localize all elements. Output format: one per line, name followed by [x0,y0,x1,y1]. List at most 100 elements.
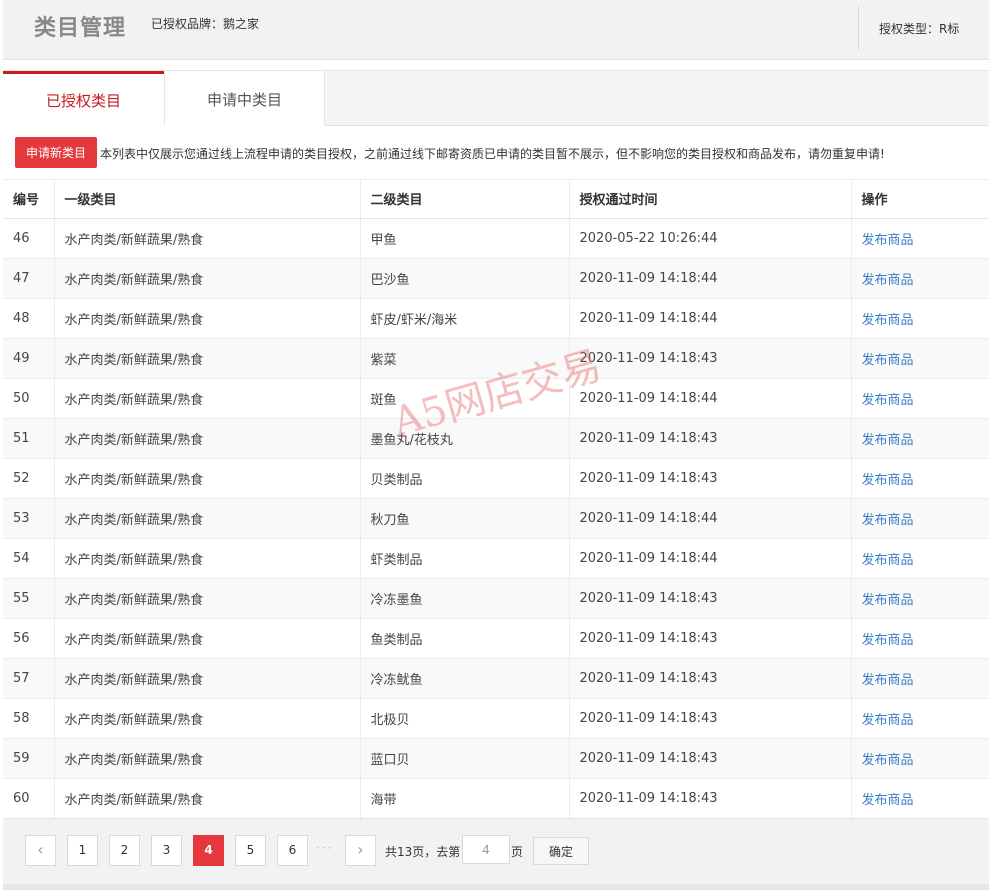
cell-level1-category: 水产肉类/新鲜蔬果/熟食 [54,698,361,739]
cell-auth-time: 2020-11-09 14:18:43 [569,458,852,499]
notice-bar: 申请新类目 本列表中仅展示您通过线上流程申请的类目授权，之前通过线下邮寄资质已申… [3,126,989,180]
cell-auth-time: 2020-11-09 14:18:44 [569,298,852,339]
tab-bar: 已授权类目 申请中类目 [3,70,989,128]
cell-level1-category: 水产肉类/新鲜蔬果/熟食 [54,578,361,619]
apply-new-category-button[interactable]: 申请新类目 [15,137,97,168]
cell-level1-category: 水产肉类/新鲜蔬果/熟食 [54,498,361,539]
page-unit-label: 页 [511,845,524,859]
table-row: 57 水产肉类/新鲜蔬果/熟食 冷冻鱿鱼 2020-11-09 14:18:43 发布商… [3,658,989,699]
cell-action: 发布商品 [851,778,989,819]
page-button-5[interactable]: 5 [235,835,266,866]
page-button-4-current[interactable]: 4 [193,835,224,866]
cell-id: 53 [3,498,55,539]
cell-auth-time: 2020-11-09 14:18:43 [569,738,852,779]
publish-product-link[interactable]: 发布商品 [862,793,914,808]
next-page-button[interactable]: › [345,835,376,866]
chevron-left-icon: ‹ [37,840,44,859]
page-header: 类目管理 已授权品牌：鹅之家 授权类型：R标 [3,0,989,60]
cell-id: 47 [3,258,55,299]
cell-action: 发布商品 [851,258,989,299]
publish-product-link[interactable]: 发布商品 [862,673,914,688]
publish-product-link[interactable]: 发布商品 [862,433,914,448]
table-row: 50 水产肉类/新鲜蔬果/熟食 斑鱼 2020-11-09 14:18:44 发布商品 [3,378,989,419]
publish-product-link[interactable]: 发布商品 [862,233,914,248]
page-button-2[interactable]: 2 [109,835,140,866]
publish-product-link[interactable]: 发布商品 [862,473,914,488]
tab-authorized-categories[interactable]: 已授权类目 [3,71,164,128]
cell-level2-category: 虾皮/虾米/海米 [360,298,570,339]
table-row: 49 水产肉类/新鲜蔬果/熟食 紫菜 2020-11-09 14:18:43 发布商品 [3,338,989,379]
table-row: 52 水产肉类/新鲜蔬果/熟食 贝类制品 2020-11-09 14:18:43 发布商… [3,458,989,499]
publish-product-link[interactable]: 发布商品 [862,393,914,408]
publish-product-link[interactable]: 发布商品 [862,593,914,608]
cell-level2-category: 虾类制品 [360,538,570,579]
cell-action: 发布商品 [851,658,989,699]
publish-product-link[interactable]: 发布商品 [862,513,914,528]
table-row: 55 水产肉类/新鲜蔬果/熟食 冷冻墨鱼 2020-11-09 14:18:43 发布商… [3,578,989,619]
cell-level1-category: 水产肉类/新鲜蔬果/熟食 [54,258,361,299]
cell-level2-category: 冷冻墨鱼 [360,578,570,619]
cell-action: 发布商品 [851,338,989,379]
publish-product-link[interactable]: 发布商品 [862,633,914,648]
cell-auth-time: 2020-11-09 14:18:43 [569,778,852,819]
cell-id: 59 [3,738,55,779]
table-row: 46 水产肉类/新鲜蔬果/熟食 甲鱼 2020-05-22 10:26:44 发布商品 [3,218,989,259]
cell-id: 46 [3,218,55,259]
page-button-1[interactable]: 1 [67,835,98,866]
table-body: 46 水产肉类/新鲜蔬果/熟食 甲鱼 2020-05-22 10:26:44 发布商品 4… [3,218,989,819]
cell-level2-category: 海带 [360,778,570,819]
publish-product-link[interactable]: 发布商品 [862,353,914,368]
pagination: ‹ 1 2 3 4 5 6 ··· › 共13页，去第 页 确定 [3,818,989,884]
table-row: 59 水产肉类/新鲜蔬果/熟食 蓝口贝 2020-11-09 14:18:43 发布商品 [3,738,989,779]
cell-level2-category: 甲鱼 [360,218,570,259]
column-header-level1: 一级类目 [54,180,361,219]
cell-level2-category: 冷冻鱿鱼 [360,658,570,699]
table-row: 51 水产肉类/新鲜蔬果/熟食 墨鱼丸/花枝丸 2020-11-09 14:18:43… [3,418,989,459]
cell-action: 发布商品 [851,578,989,619]
cell-level1-category: 水产肉类/新鲜蔬果/熟食 [54,298,361,339]
cell-action: 发布商品 [851,378,989,419]
publish-product-link[interactable]: 发布商品 [862,553,914,568]
publish-product-link[interactable]: 发布商品 [862,713,914,728]
publish-product-link[interactable]: 发布商品 [862,273,914,288]
cell-auth-time: 2020-11-09 14:18:43 [569,578,852,619]
cell-auth-time: 2020-11-09 14:18:44 [569,378,852,419]
cell-level2-category: 斑鱼 [360,378,570,419]
notice-text: 本列表中仅展示您通过线上流程申请的类目授权，之前通过线下邮寄资质已申请的类目暂不… [100,147,885,161]
cell-id: 55 [3,578,55,619]
bottom-strip [3,884,989,890]
table-row: 58 水产肉类/新鲜蔬果/熟食 北极贝 2020-11-09 14:18:43 发布商品 [3,698,989,739]
prev-page-button[interactable]: ‹ [25,835,56,866]
cell-level1-category: 水产肉类/新鲜蔬果/熟食 [54,218,361,259]
table-row: 48 水产肉类/新鲜蔬果/熟食 虾皮/虾米/海米 2020-11-09 14:18:4… [3,298,989,339]
page-button-3[interactable]: 3 [151,835,182,866]
publish-product-link[interactable]: 发布商品 [862,313,914,328]
cell-id: 60 [3,778,55,819]
cell-level1-category: 水产肉类/新鲜蔬果/熟食 [54,538,361,579]
tab-pending-categories[interactable]: 申请中类目 [164,71,325,127]
cell-level1-category: 水产肉类/新鲜蔬果/熟食 [54,458,361,499]
page-button-6[interactable]: 6 [277,835,308,866]
cell-action: 发布商品 [851,418,989,459]
confirm-goto-button[interactable]: 确定 [533,837,589,865]
cell-auth-time: 2020-11-09 14:18:44 [569,538,852,579]
cell-auth-time: 2020-05-22 10:26:44 [569,218,852,259]
cell-action: 发布商品 [851,538,989,579]
cell-level2-category: 紫菜 [360,338,570,379]
cell-action: 发布商品 [851,298,989,339]
publish-product-link[interactable]: 发布商品 [862,753,914,768]
goto-page-input[interactable] [462,835,510,864]
category-table-wrapper: 编号 一级类目 二级类目 授权通过时间 操作 46 水产肉类/新鲜蔬果/熟食 甲鱼 2… [3,180,989,819]
cell-auth-time: 2020-11-09 14:18:43 [569,658,852,699]
cell-id: 58 [3,698,55,739]
cell-action: 发布商品 [851,618,989,659]
column-header-id: 编号 [3,180,55,219]
cell-level1-category: 水产肉类/新鲜蔬果/熟食 [54,778,361,819]
cell-id: 56 [3,618,55,659]
column-header-level2: 二级类目 [360,180,570,219]
cell-level2-category: 墨鱼丸/花枝丸 [360,418,570,459]
pagination-ellipsis: ··· [316,841,334,855]
cell-level2-category: 蓝口贝 [360,738,570,779]
cell-id: 52 [3,458,55,499]
cell-auth-time: 2020-11-09 14:18:43 [569,618,852,659]
